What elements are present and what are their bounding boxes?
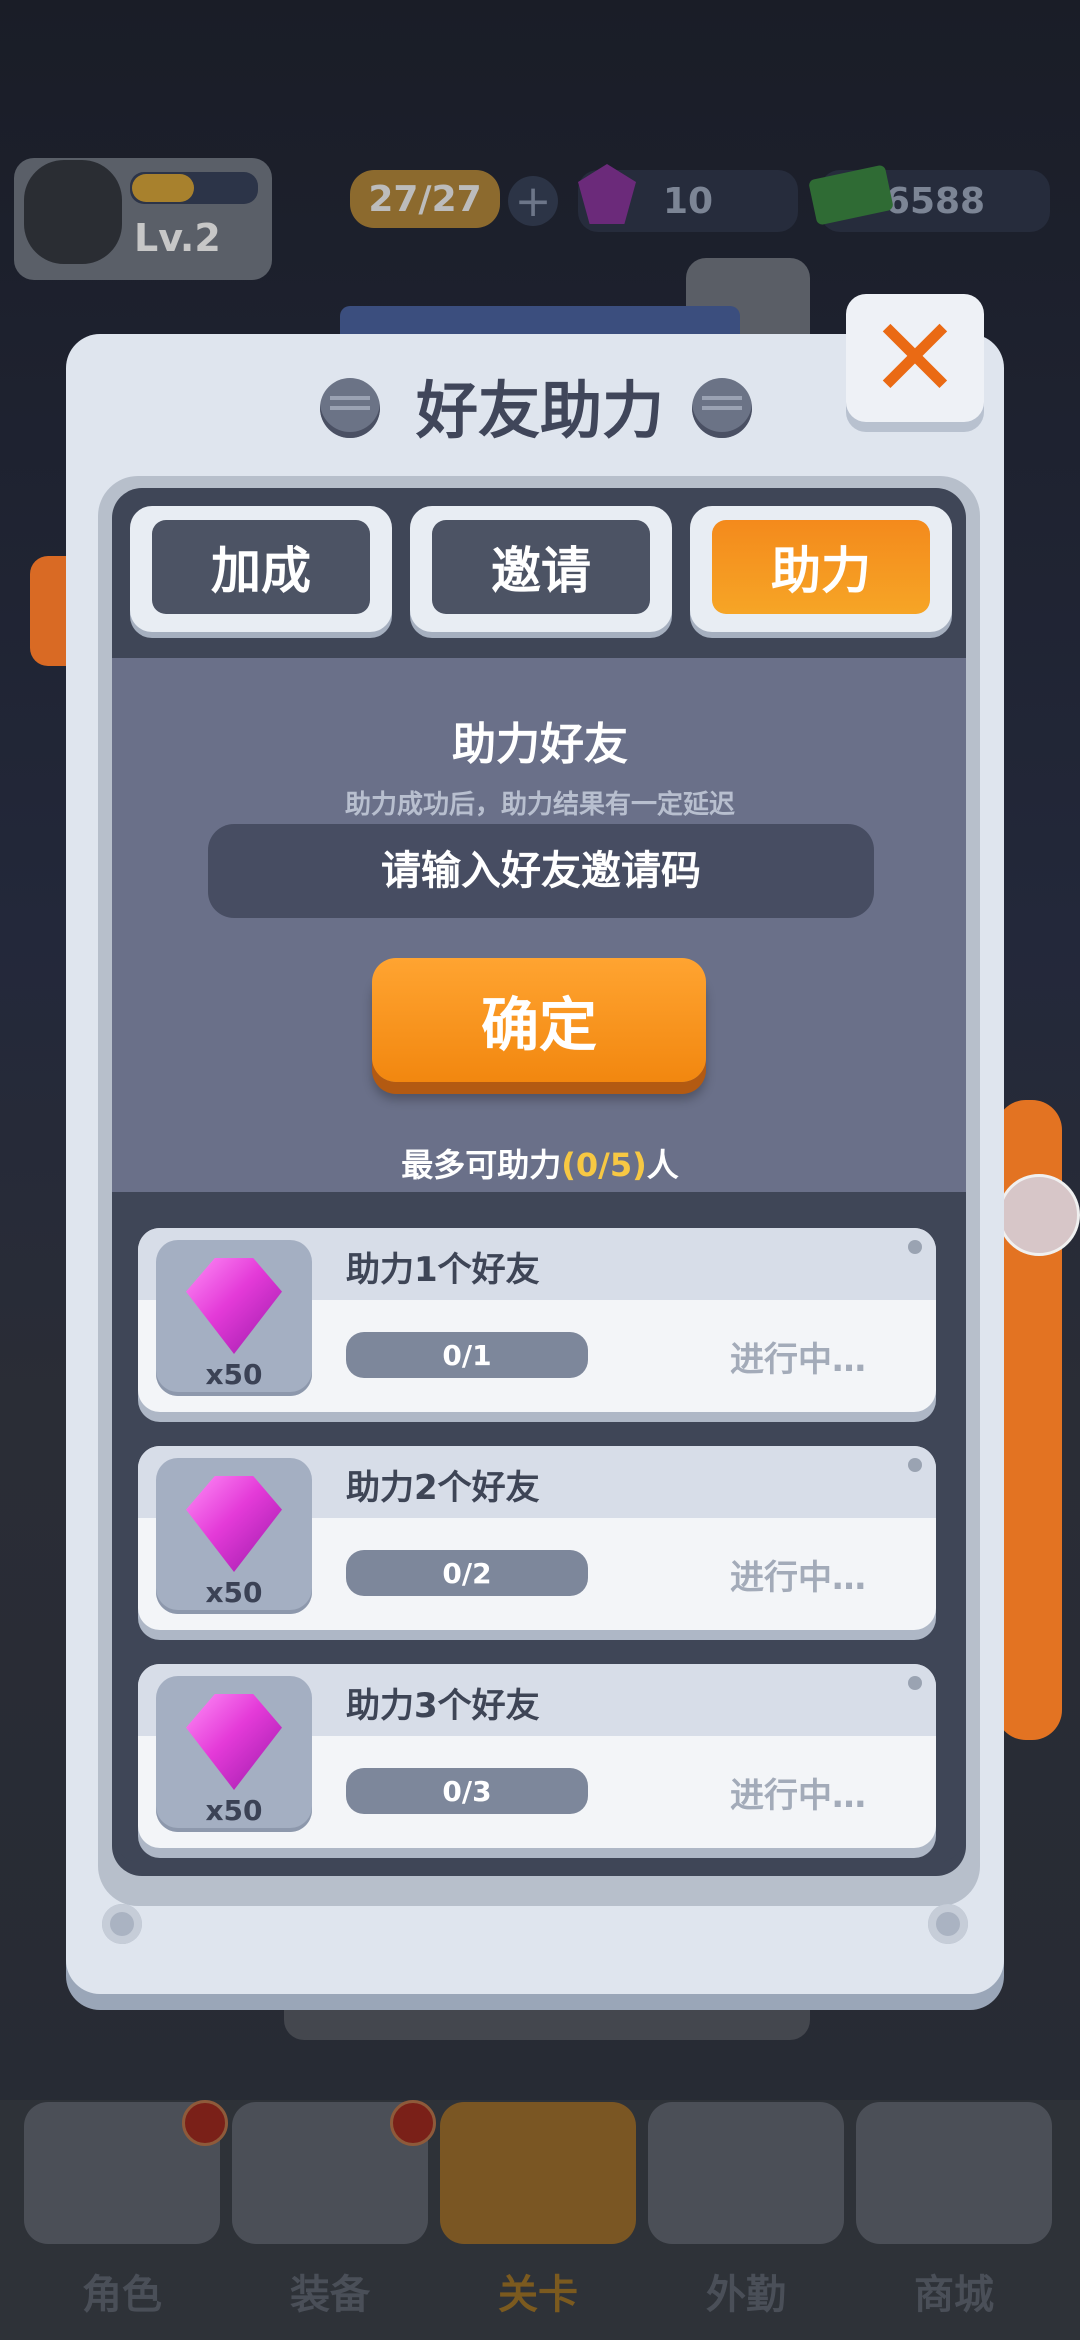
nav-label: 角色 bbox=[82, 2272, 162, 2318]
screw-icon bbox=[928, 1904, 968, 1944]
nav-field-button[interactable] bbox=[648, 2102, 844, 2244]
xp-bar-fill bbox=[132, 174, 194, 202]
notification-dot bbox=[390, 2100, 436, 2146]
reward-status: 进行中… bbox=[730, 1776, 866, 1816]
reward-card: x50 助力1个好友 0/1 进行中… bbox=[138, 1228, 936, 1412]
nav-stage-button[interactable] bbox=[440, 2102, 636, 2244]
close-button[interactable]: ✕ bbox=[846, 294, 984, 422]
nav-label: 商城 bbox=[914, 2272, 994, 2318]
reward-progress: 0/1 bbox=[346, 1332, 588, 1378]
notification-dot bbox=[182, 2100, 228, 2146]
tab-invite[interactable]: 邀请 bbox=[410, 506, 672, 632]
section-subtitle: 助力成功后，助力结果有一定延迟 bbox=[344, 790, 735, 820]
tab-label: 加成 bbox=[152, 520, 370, 614]
gem-icon bbox=[186, 1258, 282, 1354]
nav-label: 装备 bbox=[290, 2272, 370, 2318]
reward-status: 进行中… bbox=[730, 1558, 866, 1598]
friend-avatar[interactable] bbox=[998, 1174, 1080, 1256]
avatar bbox=[24, 160, 122, 264]
tab-assist[interactable]: 助力 bbox=[690, 506, 952, 632]
reward-card: x50 助力3个好友 0/3 进行中… bbox=[138, 1664, 936, 1848]
reward-progress: 0/3 bbox=[346, 1768, 588, 1814]
rivet-icon bbox=[908, 1240, 922, 1254]
gem-icon bbox=[186, 1476, 282, 1572]
nav-label: 关卡 bbox=[498, 2272, 578, 2318]
reward-progress: 0/2 bbox=[346, 1550, 588, 1596]
tab-label: 邀请 bbox=[432, 520, 650, 614]
rivet-icon bbox=[908, 1676, 922, 1690]
max-assist-count: (0/5) bbox=[561, 1146, 647, 1184]
nav-shop-button[interactable] bbox=[856, 2102, 1052, 2244]
reward-icon-box[interactable]: x50 bbox=[156, 1458, 312, 1614]
confirm-button[interactable]: 确定 bbox=[372, 958, 706, 1082]
reward-task-label: 助力2个好友 bbox=[346, 1468, 540, 1508]
reward-status: 进行中… bbox=[730, 1340, 866, 1380]
max-assist-prefix: 最多可助力 bbox=[401, 1146, 562, 1184]
reward-quantity: x50 bbox=[205, 1358, 263, 1391]
rivet-icon bbox=[908, 1458, 922, 1472]
player-level: Lv.2 bbox=[134, 216, 221, 260]
energy-counter: 27/27 bbox=[350, 170, 500, 228]
section-heading: 助力好友 bbox=[452, 719, 628, 770]
nav-label: 外勤 bbox=[706, 2272, 786, 2318]
tab-bonus[interactable]: 加成 bbox=[130, 506, 392, 632]
reward-icon-box[interactable]: x50 bbox=[156, 1676, 312, 1832]
reward-task-label: 助力3个好友 bbox=[346, 1686, 540, 1726]
gem-icon bbox=[186, 1694, 282, 1790]
reward-task-label: 助力1个好友 bbox=[346, 1250, 540, 1290]
side-tab-handle bbox=[30, 556, 70, 666]
add-energy-button[interactable]: + bbox=[508, 176, 558, 227]
reward-quantity: x50 bbox=[205, 1576, 263, 1609]
reward-icon-box[interactable]: x50 bbox=[156, 1240, 312, 1396]
screw-icon bbox=[102, 1904, 142, 1944]
tab-label: 助力 bbox=[712, 520, 930, 614]
invite-code-input[interactable] bbox=[208, 824, 874, 918]
reward-quantity: x50 bbox=[205, 1794, 263, 1827]
max-assist-suffix: 人 bbox=[646, 1146, 679, 1184]
reward-card: x50 助力2个好友 0/2 进行中… bbox=[138, 1446, 936, 1630]
max-assist-info: 最多可助力(0/5)人 bbox=[0, 1140, 1080, 1186]
close-icon: ✕ bbox=[868, 294, 962, 422]
